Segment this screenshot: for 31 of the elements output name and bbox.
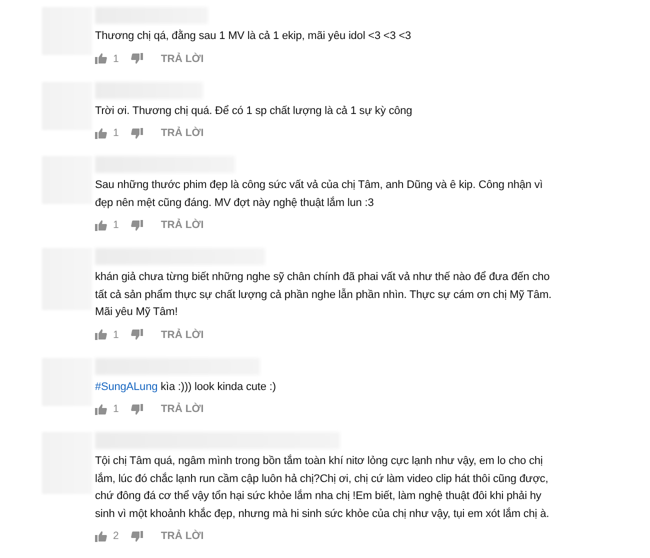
like-count: 1 bbox=[113, 127, 119, 139]
comment-text: #SungALung kìa :))) look kinda cute :) bbox=[95, 380, 277, 394]
thumbs-up-icon[interactable] bbox=[95, 53, 107, 64]
comment-text: Thương chị qá, đằng sau 1 MV là cả 1 ekip, mãi yêu idol <3 <3 <3 bbox=[95, 28, 412, 44]
reply-button[interactable]: TRẢ LỜI bbox=[160, 125, 204, 141]
hashtag-link[interactable]: #SungALung bbox=[95, 380, 158, 392]
reply-button[interactable]: TRẢ LỜI bbox=[160, 50, 204, 66]
reply-button[interactable]: TRẢ LỜI bbox=[160, 528, 204, 544]
thumbs-up-icon[interactable] bbox=[95, 530, 107, 542]
comment-text: Tội chị Tâm quá, ngâm mình trong bồn tắm toàn khí nitơ lỏng cực lạnh như vậy, em lo cho chị lắm, lúc đó chắc lạnh run cầm cập luôn hả chị?Chị ơi, chị cứ làm video clip hát thôi cũng được, chứ đông đá cơ thể vậy tổn hại sức khỏe lắm nha chị !Em biết, làm nghệ thuật đôi khi phải hy sinh vì một khoảnh khắc đẹp, nhưng mà hi sinh sức khỏe của chị như vậy, tụi em xót lắm chị à. bbox=[95, 454, 550, 522]
thumbs-up-icon[interactable] bbox=[95, 404, 107, 414]
thumbs-down-icon[interactable] bbox=[130, 530, 143, 542]
thumbs-down-icon[interactable] bbox=[130, 329, 143, 340]
thumbs-up-icon[interactable] bbox=[95, 329, 107, 340]
thumbs-down-icon[interactable] bbox=[130, 128, 143, 138]
thumbs-down-icon[interactable] bbox=[130, 404, 143, 414]
thumbs-down-icon[interactable] bbox=[130, 220, 143, 230]
like-count: 1 bbox=[113, 403, 119, 415]
like-count: 2 bbox=[113, 530, 119, 542]
comment-text: Trời ơi. Thương chị quá. Để có 1 sp chất lượng là cả 1 sự kỳ công bbox=[95, 104, 414, 118]
like-count: 1 bbox=[113, 52, 119, 64]
reply-button[interactable]: TRẢ LỜI bbox=[160, 217, 204, 233]
reply-button[interactable]: TRẢ LỜI bbox=[160, 401, 204, 417]
thumbs-up-icon[interactable] bbox=[95, 128, 107, 138]
thumbs-down-icon[interactable] bbox=[130, 53, 143, 64]
comment-text: Sau những thước phim đẹp là công sức vất vả của chị Tâm, anh Dũng và ê kip. Công nhận vì đẹp nên mệt cũng đáng. MV đợt này nghệ thuật lắm lun :3 bbox=[95, 178, 544, 210]
like-count: 1 bbox=[113, 328, 119, 340]
thumbs-up-icon[interactable] bbox=[95, 220, 107, 230]
like-count: 1 bbox=[113, 219, 119, 231]
comment-text: khán giả chưa từng biết những nghe sỹ chân chính đã phai vất vả như thế nào để đưa đến cho tất cả sản phẩm thực sự chất lượng cả phần nghe lẫn phần nhìn. Thực sự cám ơn chị Mỹ Tâm. Mãi yêu Mỹ Tâm! bbox=[95, 270, 553, 320]
reply-button[interactable]: TRẢ LỜI bbox=[160, 326, 204, 342]
